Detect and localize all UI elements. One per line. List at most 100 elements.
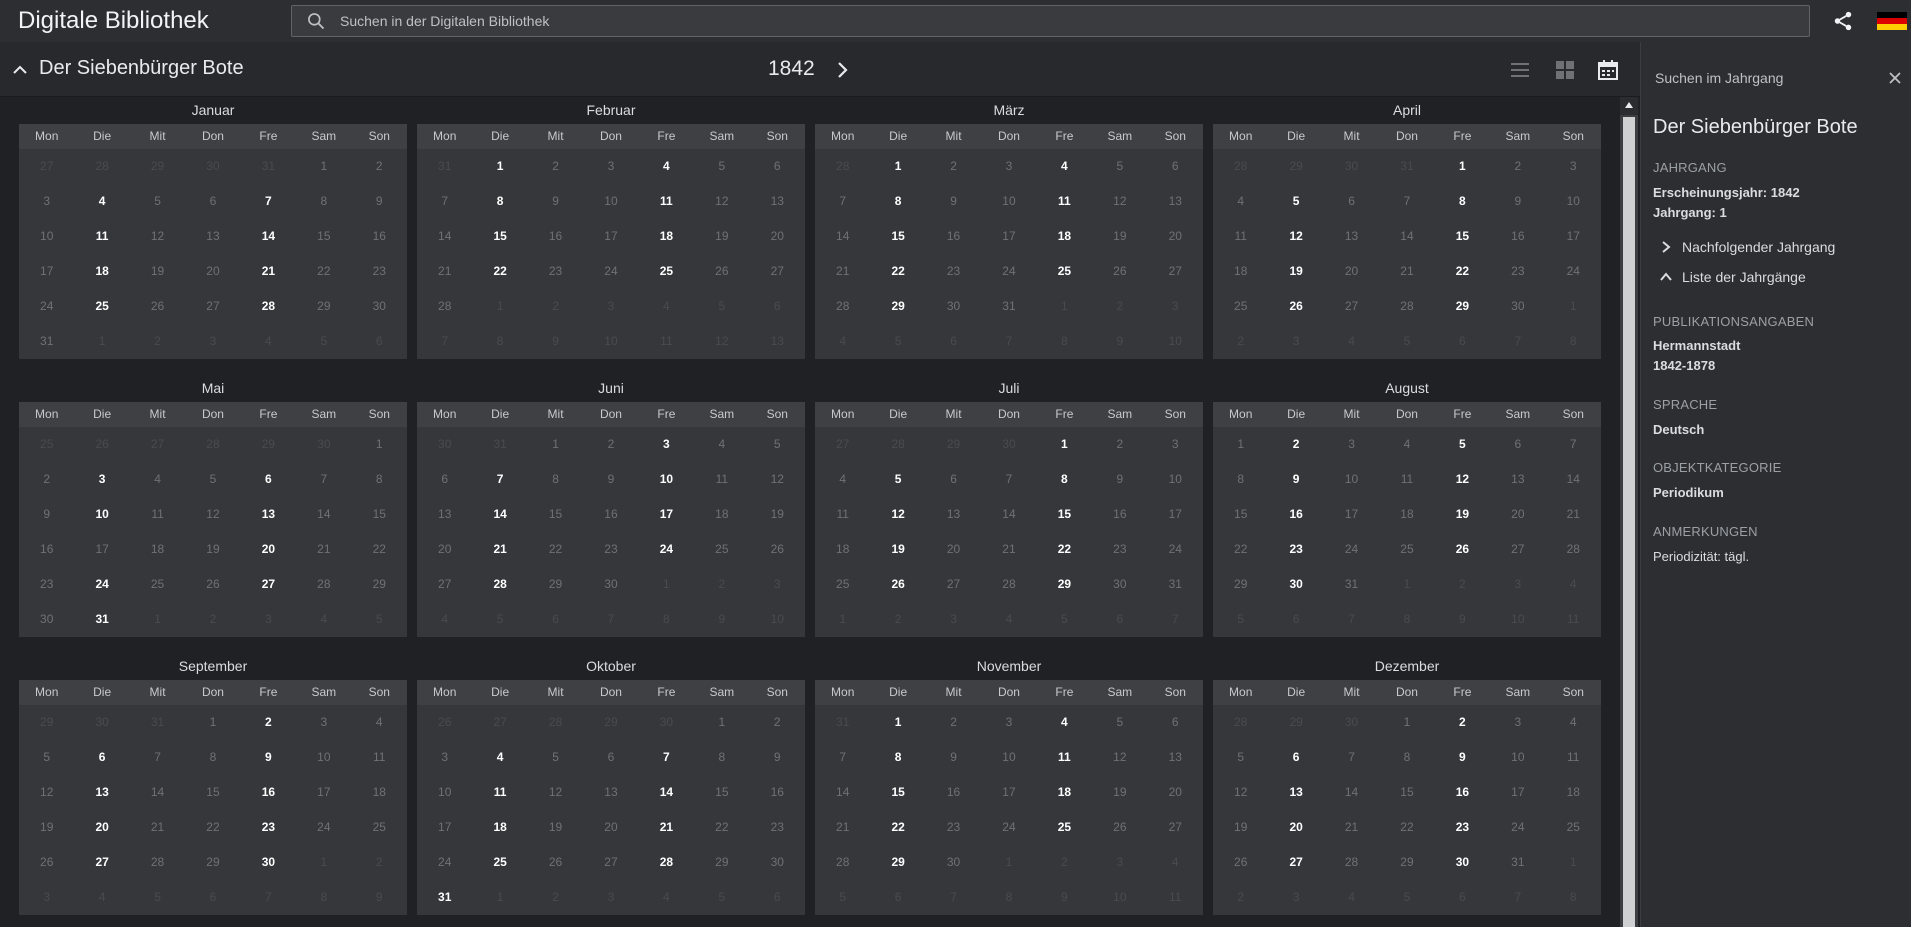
issue-day[interactable]: 6 (241, 462, 296, 497)
issue-day[interactable]: 25 (472, 845, 527, 880)
issue-day[interactable]: 25 (1037, 254, 1092, 289)
issue-day[interactable]: 11 (74, 219, 129, 254)
issue-day[interactable]: 27 (74, 845, 129, 880)
scrollbar-thumb[interactable] (1623, 117, 1635, 927)
issue-day[interactable]: 2 (1435, 705, 1490, 740)
issue-day[interactable]: 26 (1268, 289, 1323, 324)
issue-day[interactable]: 6 (1268, 740, 1323, 775)
grid-view-icon[interactable] (1553, 58, 1577, 82)
issue-day[interactable]: 30 (1435, 845, 1490, 880)
share-icon[interactable] (1832, 10, 1854, 32)
issue-day[interactable]: 22 (870, 810, 925, 845)
issue-day[interactable]: 1 (1037, 427, 1092, 462)
issue-day[interactable]: 10 (74, 497, 129, 532)
issue-day[interactable]: 4 (1037, 149, 1092, 184)
issue-day[interactable]: 8 (1037, 462, 1092, 497)
scroll-up-arrow-icon[interactable] (1620, 97, 1638, 115)
issue-day[interactable]: 26 (1435, 532, 1490, 567)
calendar-view-icon[interactable] (1596, 58, 1620, 82)
issue-day[interactable]: 4 (1037, 705, 1092, 740)
issue-day[interactable]: 22 (1037, 532, 1092, 567)
issue-day[interactable]: 20 (241, 532, 296, 567)
issue-day[interactable]: 4 (472, 740, 527, 775)
issue-day[interactable]: 15 (870, 219, 925, 254)
search-icon[interactable] (306, 11, 326, 31)
issue-day[interactable]: 24 (74, 567, 129, 602)
issue-day[interactable]: 19 (1435, 497, 1490, 532)
issue-day[interactable]: 1 (472, 149, 527, 184)
issue-day[interactable]: 4 (74, 184, 129, 219)
issue-day[interactable]: 22 (472, 254, 527, 289)
issue-day[interactable]: 8 (870, 184, 925, 219)
issue-day[interactable]: 3 (74, 462, 129, 497)
issue-day[interactable]: 10 (639, 462, 694, 497)
issue-day[interactable]: 29 (870, 289, 925, 324)
issue-day[interactable]: 7 (639, 740, 694, 775)
issue-day[interactable]: 15 (472, 219, 527, 254)
issue-day[interactable]: 13 (74, 775, 129, 810)
issue-day[interactable]: 12 (870, 497, 925, 532)
volume-list-link[interactable]: Liste der Jahrgänge (1659, 269, 1806, 285)
german-flag-icon[interactable] (1877, 12, 1907, 30)
issue-day[interactable]: 15 (1435, 219, 1490, 254)
list-view-icon[interactable] (1508, 58, 1532, 82)
issue-day[interactable]: 9 (241, 740, 296, 775)
issue-day[interactable]: 12 (1268, 219, 1323, 254)
issue-day[interactable]: 13 (1268, 775, 1323, 810)
issue-day[interactable]: 25 (1037, 810, 1092, 845)
issue-day[interactable]: 5 (1435, 427, 1490, 462)
issue-day[interactable]: 11 (472, 775, 527, 810)
issue-day[interactable]: 28 (639, 845, 694, 880)
issue-day[interactable]: 24 (639, 532, 694, 567)
issue-day[interactable]: 1 (1435, 149, 1490, 184)
search-input[interactable] (340, 13, 1809, 29)
next-year-chevron-icon[interactable] (832, 60, 852, 80)
close-icon[interactable] (1887, 70, 1903, 86)
next-volume-link[interactable]: Nachfolgender Jahrgang (1659, 239, 1835, 255)
issue-day[interactable]: 12 (1435, 462, 1490, 497)
issue-day[interactable]: 4 (639, 149, 694, 184)
issue-day[interactable]: 7 (241, 184, 296, 219)
app-title[interactable]: Digitale Bibliothek (18, 7, 290, 35)
issue-day[interactable]: 19 (1268, 254, 1323, 289)
issue-day[interactable]: 18 (1037, 219, 1092, 254)
issue-day[interactable]: 13 (241, 497, 296, 532)
issue-day[interactable]: 8 (472, 184, 527, 219)
issue-day[interactable]: 18 (1037, 775, 1092, 810)
issue-day[interactable]: 5 (1268, 184, 1323, 219)
issue-day[interactable]: 21 (241, 254, 296, 289)
issue-day[interactable]: 11 (1037, 740, 1092, 775)
issue-day[interactable]: 18 (639, 219, 694, 254)
issue-day[interactable]: 29 (1037, 567, 1092, 602)
issue-day[interactable]: 1 (870, 705, 925, 740)
issue-day[interactable]: 17 (639, 497, 694, 532)
issue-day[interactable]: 8 (1435, 184, 1490, 219)
issue-day[interactable]: 23 (241, 810, 296, 845)
issue-day[interactable]: 20 (74, 810, 129, 845)
issue-day[interactable]: 14 (639, 775, 694, 810)
issue-day[interactable]: 27 (241, 567, 296, 602)
issue-day[interactable]: 7 (472, 462, 527, 497)
issue-day[interactable]: 14 (472, 497, 527, 532)
search-in-volume-label[interactable]: Suchen im Jahrgang (1655, 70, 1783, 86)
issue-day[interactable]: 18 (472, 810, 527, 845)
issue-day[interactable]: 6 (74, 740, 129, 775)
issue-day[interactable]: 25 (639, 254, 694, 289)
issue-day[interactable]: 30 (1268, 567, 1323, 602)
issue-day[interactable]: 29 (1435, 289, 1490, 324)
issue-day[interactable]: 29 (870, 845, 925, 880)
issue-day[interactable]: 1 (870, 149, 925, 184)
issue-day[interactable]: 2 (241, 705, 296, 740)
issue-day[interactable]: 5 (870, 462, 925, 497)
issue-day[interactable]: 28 (472, 567, 527, 602)
issue-day[interactable]: 18 (74, 254, 129, 289)
issue-day[interactable]: 23 (1268, 532, 1323, 567)
issue-day[interactable]: 19 (870, 532, 925, 567)
issue-day[interactable]: 15 (1037, 497, 1092, 532)
issue-day[interactable]: 2 (1268, 427, 1323, 462)
issue-day[interactable]: 22 (1435, 254, 1490, 289)
issue-day[interactable]: 15 (870, 775, 925, 810)
chevron-up-icon[interactable] (12, 62, 28, 78)
issue-day[interactable]: 16 (1268, 497, 1323, 532)
issue-day[interactable]: 27 (1268, 845, 1323, 880)
